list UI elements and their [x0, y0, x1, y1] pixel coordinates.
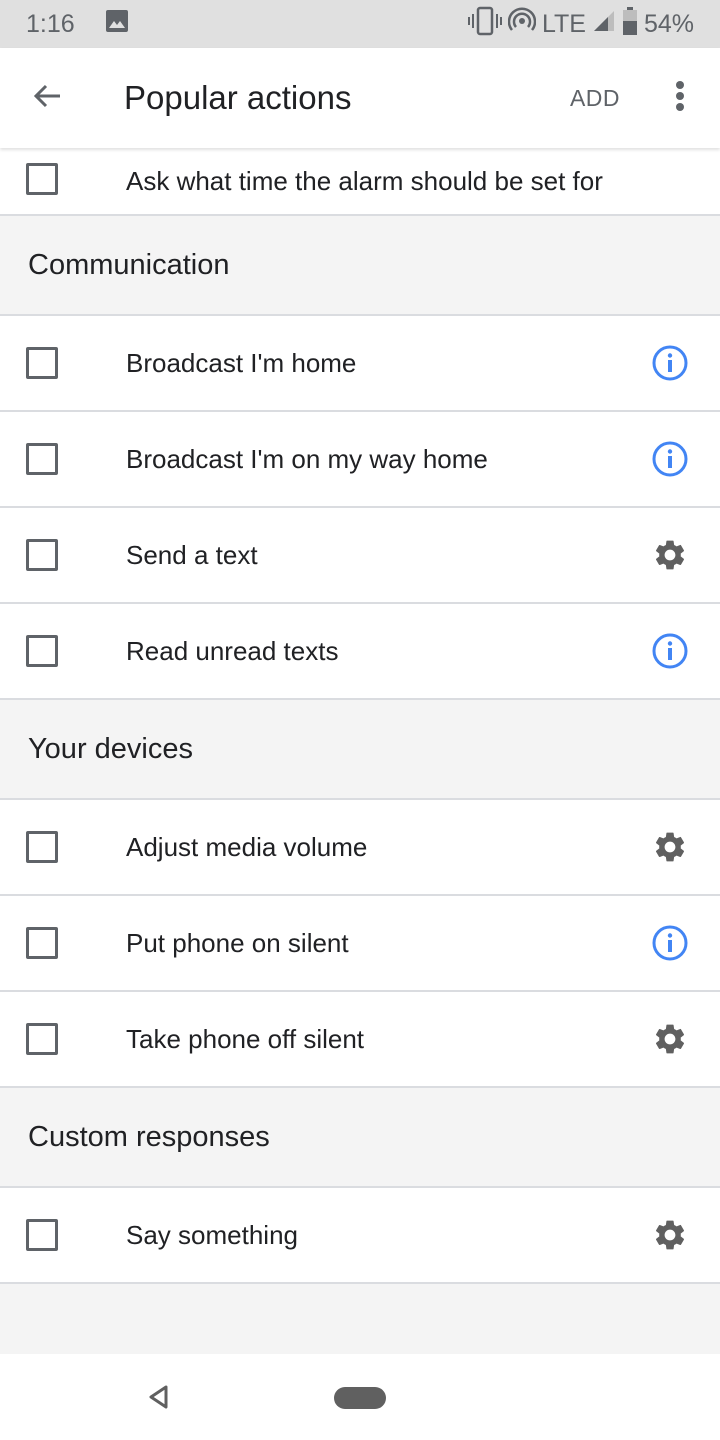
item-label: Say something	[126, 1219, 298, 1250]
item-label: Read unread texts	[126, 635, 339, 666]
list-footer-space	[0, 1284, 720, 1354]
list-item[interactable]: Read unread texts	[0, 604, 720, 700]
info-icon[interactable]	[650, 923, 690, 963]
back-button[interactable]	[0, 48, 98, 148]
checkbox[interactable]	[26, 347, 58, 379]
item-label: Put phone on silent	[126, 927, 349, 958]
section-header-your-devices: Your devices	[0, 700, 720, 800]
battery-percent: 54%	[643, 9, 694, 38]
checkbox[interactable]	[26, 443, 58, 475]
list-item[interactable]: Ask what time the alarm should be set fo…	[0, 148, 720, 216]
more-options-button[interactable]	[660, 48, 700, 148]
info-icon[interactable]	[650, 631, 690, 671]
checkbox[interactable]	[26, 1023, 58, 1055]
info-icon[interactable]	[650, 439, 690, 479]
item-label: Adjust media volume	[126, 831, 368, 862]
more-vert-icon	[675, 80, 685, 117]
gear-icon[interactable]	[650, 1215, 690, 1255]
add-button[interactable]: ADD	[570, 85, 620, 112]
system-nav-bar	[0, 1356, 720, 1440]
list-item[interactable]: Broadcast I'm on my way home	[0, 412, 720, 508]
signal-icon	[592, 9, 616, 40]
list-item[interactable]: Adjust media volume	[0, 800, 720, 896]
gear-icon[interactable]	[650, 827, 690, 867]
gallery-icon	[105, 9, 129, 40]
section-header-custom-responses: Custom responses	[0, 1088, 720, 1188]
actions-list: Ask what time the alarm should be set fo…	[0, 148, 720, 1354]
status-bar: 1:16 LTE 54%	[0, 0, 720, 48]
checkbox[interactable]	[26, 831, 58, 863]
checkbox[interactable]	[26, 163, 58, 195]
item-label: Broadcast I'm home	[126, 347, 357, 378]
info-icon[interactable]	[650, 343, 690, 383]
nav-back-icon[interactable]	[146, 1384, 172, 1410]
section-header-communication: Communication	[0, 216, 720, 316]
item-label: Send a text	[126, 539, 258, 570]
network-type: LTE	[541, 9, 586, 38]
list-item[interactable]: Put phone on silent	[0, 896, 720, 992]
vibrate-icon	[467, 6, 502, 43]
gear-icon[interactable]	[650, 1019, 690, 1059]
checkbox[interactable]	[26, 1219, 58, 1251]
item-label: Ask what time the alarm should be set fo…	[126, 165, 603, 196]
list-item[interactable]: Broadcast I'm home	[0, 316, 720, 412]
hotspot-icon	[507, 6, 537, 42]
item-label: Broadcast I'm on my way home	[126, 443, 488, 474]
list-item[interactable]: Take phone off silent	[0, 992, 720, 1088]
status-time: 1:16	[26, 9, 75, 38]
list-item[interactable]: Send a text	[0, 508, 720, 604]
gear-icon[interactable]	[650, 535, 690, 575]
checkbox[interactable]	[26, 635, 58, 667]
list-item[interactable]: Say something	[0, 1188, 720, 1284]
app-bar: Popular actions ADD	[0, 48, 720, 148]
checkbox[interactable]	[26, 539, 58, 571]
battery-icon	[622, 6, 638, 42]
back-arrow-icon	[32, 80, 64, 117]
page-title: Popular actions	[124, 79, 352, 116]
nav-home-pill[interactable]	[334, 1387, 386, 1409]
checkbox[interactable]	[26, 927, 58, 959]
item-label: Take phone off silent	[126, 1023, 365, 1054]
